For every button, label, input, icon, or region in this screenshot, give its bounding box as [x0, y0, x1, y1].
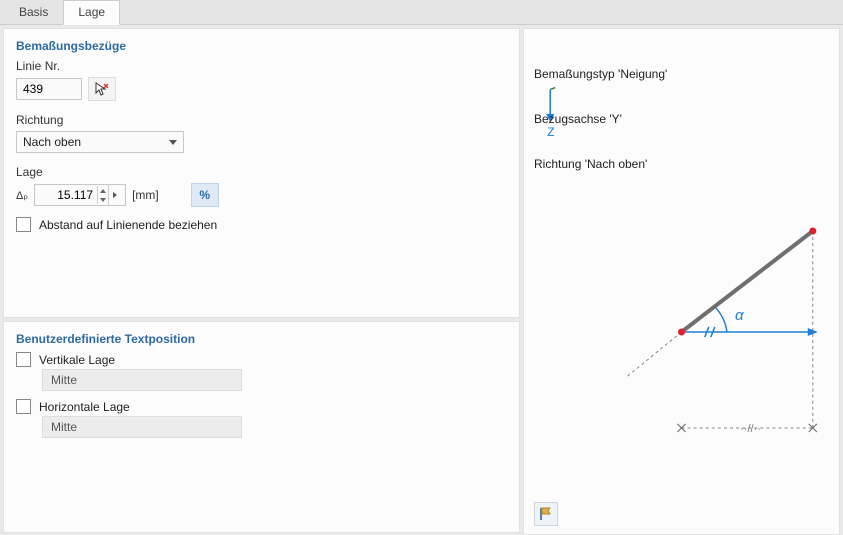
- flag-icon: [538, 506, 554, 522]
- horizontal-value: Mitte: [51, 420, 77, 434]
- preview-line1: Bemaßungstyp 'Neigung': [534, 67, 667, 82]
- direction-dropdown[interactable]: Nach oben: [16, 131, 184, 153]
- spinner-down-icon[interactable]: [97, 195, 108, 204]
- spinner-up-icon[interactable]: [97, 186, 108, 195]
- horizontal-label: Horizontale Lage: [39, 400, 130, 414]
- unit-label: [mm]: [132, 188, 159, 202]
- chevron-down-icon: [169, 140, 177, 145]
- direction-label: Richtung: [16, 113, 507, 127]
- spinner-go-icon[interactable]: [108, 185, 121, 205]
- preview-line3: Richtung 'Nach oben': [534, 157, 667, 172]
- pick-line-button[interactable]: [88, 77, 116, 101]
- vertical-value: Mitte: [51, 373, 77, 387]
- delta-symbol: Δₚ: [16, 189, 28, 202]
- horizontal-value-field: Mitte: [42, 416, 242, 438]
- delta-spinner[interactable]: [34, 184, 126, 206]
- svg-text:··//··: ··//··: [740, 423, 761, 435]
- line-number-label: Linie Nr.: [16, 59, 507, 73]
- preview-line2: Bezugsachse 'Y': [534, 112, 667, 127]
- horizontal-checkbox[interactable]: [16, 399, 31, 414]
- endpoint-checkbox[interactable]: [16, 217, 31, 232]
- tab-basis[interactable]: Basis: [4, 0, 63, 24]
- textpos-title: Benutzerdefinierte Textposition: [16, 332, 507, 346]
- references-title: Bemaßungsbezüge: [16, 39, 507, 53]
- vertical-value-field: Mitte: [42, 369, 242, 391]
- cursor-pick-icon: [94, 81, 110, 97]
- panel-textposition: Benutzerdefinierte Textposition Vertikal…: [3, 321, 520, 533]
- endpoint-checkbox-label: Abstand auf Linienende beziehen: [39, 218, 217, 232]
- position-label: Lage: [16, 165, 507, 179]
- svg-text:α: α: [735, 307, 744, 324]
- preview-tool-button[interactable]: [534, 502, 558, 526]
- delta-input[interactable]: [35, 187, 97, 203]
- preview-info: Bemaßungstyp 'Neigung' Bezugsachse 'Y' R…: [534, 37, 667, 202]
- panel-references: Bemaßungsbezüge Linie Nr. Richtung Nach …: [3, 28, 520, 318]
- percent-button[interactable]: %: [191, 183, 219, 207]
- vertical-label: Vertikale Lage: [39, 353, 115, 367]
- vertical-checkbox[interactable]: [16, 352, 31, 367]
- direction-value: Nach oben: [23, 135, 81, 149]
- tab-lage[interactable]: Lage: [63, 0, 120, 25]
- tabbar: Basis Lage: [0, 0, 843, 25]
- preview-panel: Bemaßungstyp 'Neigung' Bezugsachse 'Y' R…: [523, 28, 840, 535]
- line-number-input[interactable]: [16, 78, 82, 100]
